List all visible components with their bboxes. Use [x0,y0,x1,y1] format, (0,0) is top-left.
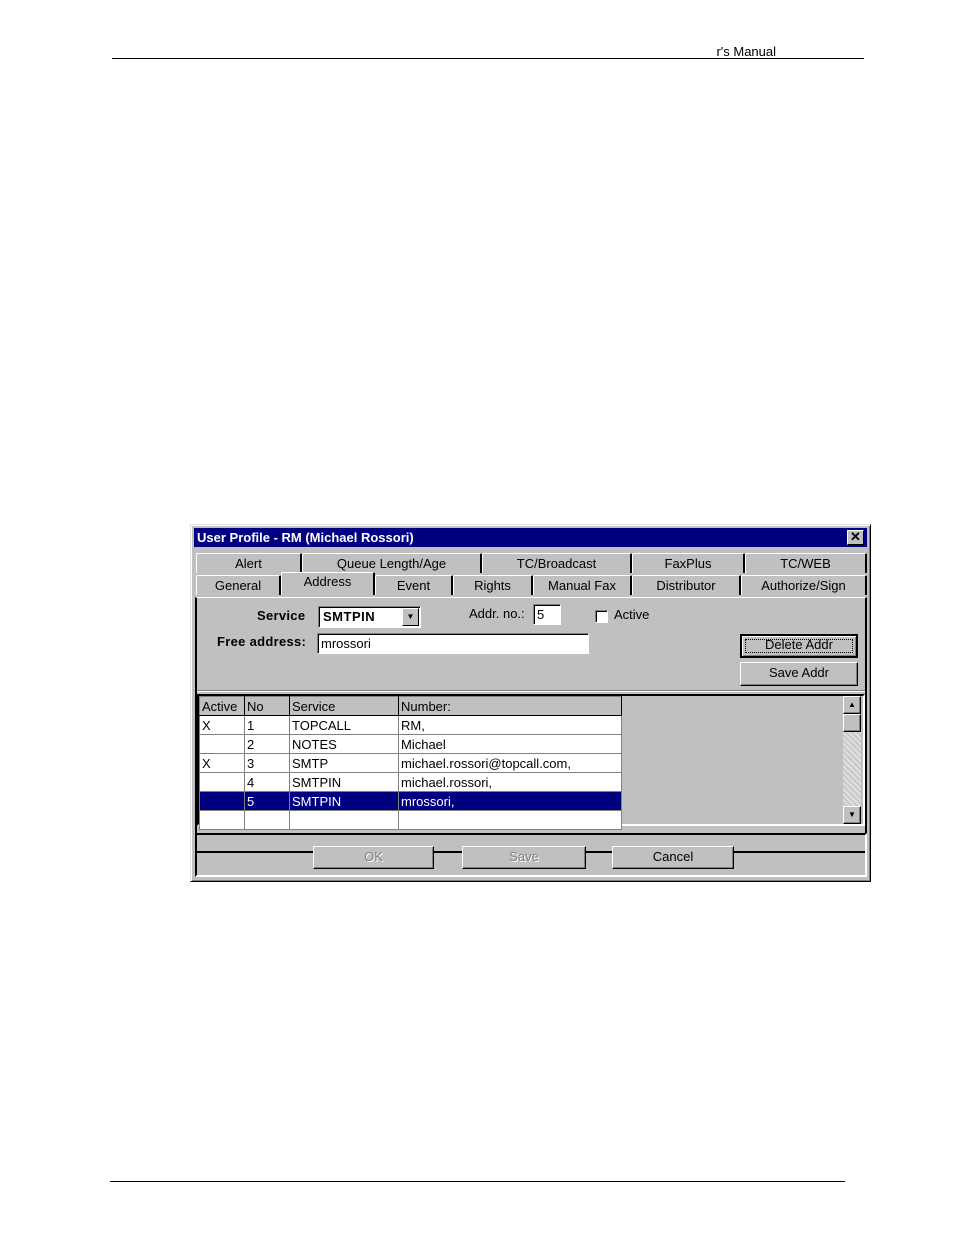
vertical-scrollbar[interactable]: ▲ ▼ [843,696,861,824]
service-dropdown-value: SMTPIN [323,609,376,624]
table-row-selected[interactable]: 5 SMTPIN mrossori, [199,791,622,811]
tab-faxplus[interactable]: FaxPlus [632,553,745,573]
cell-number[interactable]: michael.rossori, [398,772,622,792]
cell-active[interactable] [199,734,245,754]
tab-authorize-sign[interactable]: Authorize/Sign [741,575,867,595]
tab-distributor[interactable]: Distributor [632,575,741,595]
cell-number[interactable]: michael.rossori@topcall.com, [398,753,622,773]
service-dropdown[interactable]: SMTPIN ▼ [318,606,421,628]
cell-service[interactable]: SMTPIN [289,772,399,792]
divider [197,690,865,692]
dialog-button-bar: OK Save Cancel [195,833,867,877]
arrow-up-icon: ▲ [848,700,856,709]
cell-service[interactable]: TOPCALL [289,715,399,735]
free-address-label: Free address: [217,634,307,649]
save-button[interactable]: Save [462,846,586,869]
active-label: Active [614,607,650,622]
scroll-up-button[interactable]: ▲ [843,696,861,714]
table-row-empty[interactable] [199,810,622,830]
table-header-row: Active No Service Number: [199,696,622,716]
address-tab-panel: Service SMTPIN ▼ Addr. no.: 5 Active Fre… [195,597,867,853]
cell-service[interactable]: NOTES [289,734,399,754]
chevron-down-icon[interactable]: ▼ [402,608,419,626]
free-address-input[interactable]: mrossori [317,633,589,654]
dialog-title: User Profile - RM (Michael Rossori) [197,530,414,545]
cell-service[interactable]: SMTP [289,753,399,773]
tab-tc-web[interactable]: TC/WEB [745,553,867,573]
tab-alert[interactable]: Alert [196,553,302,573]
save-addr-button[interactable]: Save Addr [740,662,858,686]
cell-number[interactable] [398,810,622,830]
ok-button[interactable]: OK [313,846,434,869]
cell-no[interactable]: 3 [244,753,290,773]
cell-active[interactable]: X [199,715,245,735]
column-header-active[interactable]: Active [199,696,245,716]
focus-rect [745,639,853,653]
table-row[interactable]: 4 SMTPIN michael.rossori, [199,772,622,792]
scroll-thumb[interactable] [843,714,861,732]
tab-address[interactable]: Address [281,572,375,595]
tab-event[interactable]: Event [375,575,453,595]
tab-general[interactable]: General [196,575,281,595]
close-button[interactable]: ✕ [847,530,864,545]
user-profile-dialog: User Profile - RM (Michael Rossori) ✕ Al… [190,524,871,882]
cell-no[interactable]: 4 [244,772,290,792]
dialog-titlebar[interactable]: User Profile - RM (Michael Rossori) ✕ [194,528,867,547]
tab-manual-fax[interactable]: Manual Fax [533,575,632,595]
cancel-button[interactable]: Cancel [612,846,734,869]
column-header-service[interactable]: Service [289,696,399,716]
close-icon: ✕ [850,529,861,544]
page-header-title: r's Manual [716,44,776,59]
arrow-down-icon: ▼ [848,810,856,819]
cell-number[interactable]: Michael [398,734,622,754]
column-header-no[interactable]: No [244,696,290,716]
cell-number[interactable]: mrossori, [398,791,622,811]
addr-no-label: Addr. no.: [469,606,525,621]
cell-active[interactable] [199,772,245,792]
active-checkbox[interactable] [595,610,608,623]
address-table: Active No Service Number: X 1 TOPCALL RM… [199,696,622,830]
cell-service[interactable]: SMTPIN [289,791,399,811]
cell-no[interactable]: 2 [244,734,290,754]
cell-no[interactable]: 5 [244,791,290,811]
cell-number[interactable]: RM, [398,715,622,735]
cell-active[interactable] [199,791,245,811]
addr-no-input[interactable]: 5 [533,604,561,625]
delete-addr-button[interactable]: Delete Addr [740,634,858,658]
scroll-down-button[interactable]: ▼ [843,806,861,824]
table-row[interactable]: X 1 TOPCALL RM, [199,715,622,735]
table-row[interactable]: X 3 SMTP michael.rossori@topcall.com, [199,753,622,773]
service-label: Service [257,608,306,623]
tab-queue-length-age[interactable]: Queue Length/Age [302,553,482,573]
page-header: r's Manual [112,42,864,59]
page-footer-rule [110,1181,845,1182]
column-header-number[interactable]: Number: [398,696,622,716]
table-row[interactable]: 2 NOTES Michael [199,734,622,754]
address-grid: Active No Service Number: X 1 TOPCALL RM… [197,694,865,830]
tab-rights[interactable]: Rights [453,575,533,595]
cell-no[interactable] [244,810,290,830]
cell-active[interactable]: X [199,753,245,773]
cell-service[interactable] [289,810,399,830]
cell-no[interactable]: 1 [244,715,290,735]
cell-active[interactable] [199,810,245,830]
tab-tc-broadcast[interactable]: TC/Broadcast [482,553,632,573]
